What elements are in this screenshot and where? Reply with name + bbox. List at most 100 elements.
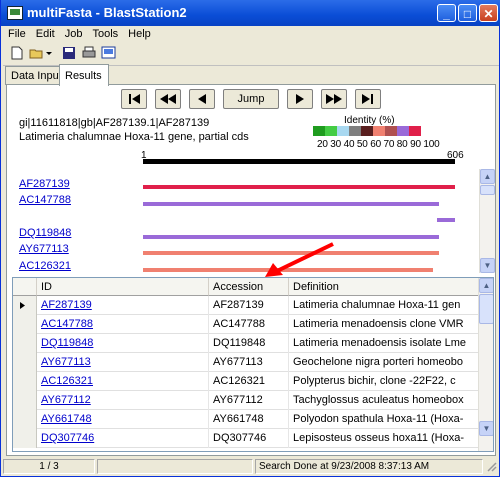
legend-swatch-20 [313, 126, 325, 136]
table-row[interactable]: DQ307746 DQ307746 Lepisosteus osseus hoxa1… [13, 429, 483, 448]
cell-definition: Polyodon spathula Hoxa-11 (Hoxa- [289, 410, 479, 429]
first-button[interactable] [121, 89, 147, 109]
jump-button[interactable]: Jump [223, 89, 279, 109]
cell-definition: Geochelone nigra porteri homeobo [289, 353, 479, 372]
current-row-icon [20, 302, 25, 309]
cell-definition: Latimeria menadoensis clone VMR [289, 315, 479, 334]
menu-job[interactable]: Job [60, 26, 88, 42]
menu-help[interactable]: Help [123, 26, 156, 42]
menu-tools[interactable]: Tools [87, 26, 123, 42]
table-row[interactable]: AF287139 AF287139 Latimeria chalumnae Hoxa… [13, 296, 483, 315]
table-scroll-thumb[interactable] [479, 294, 493, 324]
resize-grip-icon[interactable] [485, 460, 497, 472]
table-scroll-down-icon[interactable]: ▼ [479, 421, 493, 436]
legend-swatch-40 [337, 126, 349, 136]
cell-id-link[interactable]: AY677113 [37, 353, 209, 372]
view-icon[interactable] [101, 46, 117, 60]
column-header-id[interactable]: ID [37, 278, 209, 296]
first-icon [129, 94, 140, 104]
legend-swatch-90 [397, 126, 409, 136]
table-row[interactable]: AY677112 AY677112 Tachyglossus aculeatus h… [13, 391, 483, 410]
cell-definition: Polypterus bichir, clone -22F22, c [289, 372, 479, 391]
legend-swatch-80 [385, 126, 397, 136]
last-button[interactable] [355, 89, 381, 109]
row-header[interactable] [13, 296, 37, 315]
hit-link[interactable]: AF287139 [19, 178, 70, 190]
row-header[interactable] [13, 410, 37, 429]
scroll-thumb[interactable] [480, 185, 495, 195]
row-header[interactable] [13, 429, 37, 448]
rewind-button[interactable] [155, 89, 181, 109]
column-header-accession[interactable]: Accession [209, 278, 289, 296]
table-row[interactable]: AC147788 AC147788 Latimeria menadoensis cl… [13, 315, 483, 334]
next-button[interactable] [287, 89, 313, 109]
close-button[interactable]: ✕ [479, 4, 498, 22]
cell-accession: AF287139 [209, 296, 289, 315]
cell-id-link[interactable]: AF287139 [37, 296, 209, 315]
red-arrow-annotation [265, 242, 334, 277]
scroll-down-icon[interactable]: ▼ [480, 258, 495, 273]
cell-accession: AY677112 [209, 391, 289, 410]
fast-forward-icon [326, 94, 342, 104]
fast-forward-button[interactable] [321, 89, 347, 109]
cell-accession: DQ307746 [209, 429, 289, 448]
row-header[interactable] [13, 334, 37, 353]
cell-id-link[interactable]: AY661748 [37, 410, 209, 429]
hit-link[interactable]: AC147788 [19, 194, 71, 206]
minimize-button[interactable]: _ [437, 4, 456, 22]
cell-accession: DQ119848 [209, 334, 289, 353]
table-row[interactable]: AC126321 AC126321 Polypterus bichir, clone… [13, 372, 483, 391]
cell-id-link[interactable]: AC147788 [37, 315, 209, 334]
status-panel-empty [97, 459, 253, 474]
table-row[interactable]: AY661748 AY661748 Polyodon spathula Hoxa-1… [13, 410, 483, 429]
window-title: multiFasta - BlastStation2 [27, 5, 187, 20]
scroll-up-icon[interactable]: ▲ [480, 169, 495, 184]
cell-id-link[interactable]: AC126321 [37, 372, 209, 391]
cell-id-link[interactable]: DQ119848 [37, 334, 209, 353]
row-header[interactable] [13, 353, 37, 372]
legend-swatch-70 [373, 126, 385, 136]
table-scroll-up-icon[interactable]: ▲ [479, 278, 493, 293]
rewind-icon [160, 94, 176, 104]
hit-link[interactable]: AY677113 [19, 243, 69, 255]
legend-swatch-100 [409, 126, 421, 136]
column-header-definition[interactable]: Definition [289, 278, 483, 296]
previous-button[interactable] [189, 89, 215, 109]
row-header[interactable] [13, 372, 37, 391]
cell-accession: AC126321 [209, 372, 289, 391]
cell-id-link[interactable]: DQ307746 [37, 429, 209, 448]
row-header[interactable] [13, 391, 37, 410]
row-header[interactable] [13, 315, 37, 334]
table-row[interactable]: AY677113 AY677113 Geochelone nigra porteri… [13, 353, 483, 372]
query-description: Latimeria chalumnae Hoxa-11 gene, partia… [19, 131, 249, 143]
hit-map-scrollbar[interactable]: ▲ ▼ [479, 169, 495, 273]
tab-results[interactable]: Results [59, 64, 109, 86]
legend-swatch-30 [325, 126, 337, 136]
hit-bar [143, 235, 439, 239]
toolbar [3, 43, 499, 66]
hit-bar [143, 185, 455, 189]
menu-file[interactable]: File [3, 26, 31, 42]
hit-link[interactable]: AC126321 [19, 260, 71, 272]
cell-id-link[interactable]: AY677112 [37, 391, 209, 410]
menu-edit[interactable]: Edit [31, 26, 60, 42]
print-icon[interactable] [81, 46, 97, 60]
save-icon[interactable] [61, 46, 77, 60]
maximize-button[interactable]: □ [458, 4, 477, 22]
new-file-icon[interactable] [9, 46, 25, 60]
cell-definition: Lepisosteus osseus hoxa11 (Hoxa- [289, 429, 479, 448]
legend-labels: 20 30 40 50 60 70 80 90 100 [317, 139, 440, 150]
open-folder-icon[interactable] [29, 46, 45, 60]
title-bar[interactable]: multiFasta - BlastStation2 _ □ ✕ [1, 0, 500, 26]
dropdown-arrow-icon[interactable] [45, 46, 53, 60]
hit-link[interactable]: DQ119848 [19, 227, 71, 239]
legend-swatch-60 [361, 126, 373, 136]
menu-bar: File Edit Job Tools Help [3, 26, 499, 42]
cell-definition: Tachyglossus aculeatus homeobox [289, 391, 479, 410]
table-row[interactable]: DQ119848 DQ119848 Latimeria menadoensis is… [13, 334, 483, 353]
hit-bar [143, 202, 439, 206]
previous-icon [198, 94, 206, 104]
legend-title: Identity (%) [344, 115, 395, 126]
app-icon [7, 6, 23, 20]
table-scrollbar[interactable]: ▲ ▼ [478, 278, 493, 451]
